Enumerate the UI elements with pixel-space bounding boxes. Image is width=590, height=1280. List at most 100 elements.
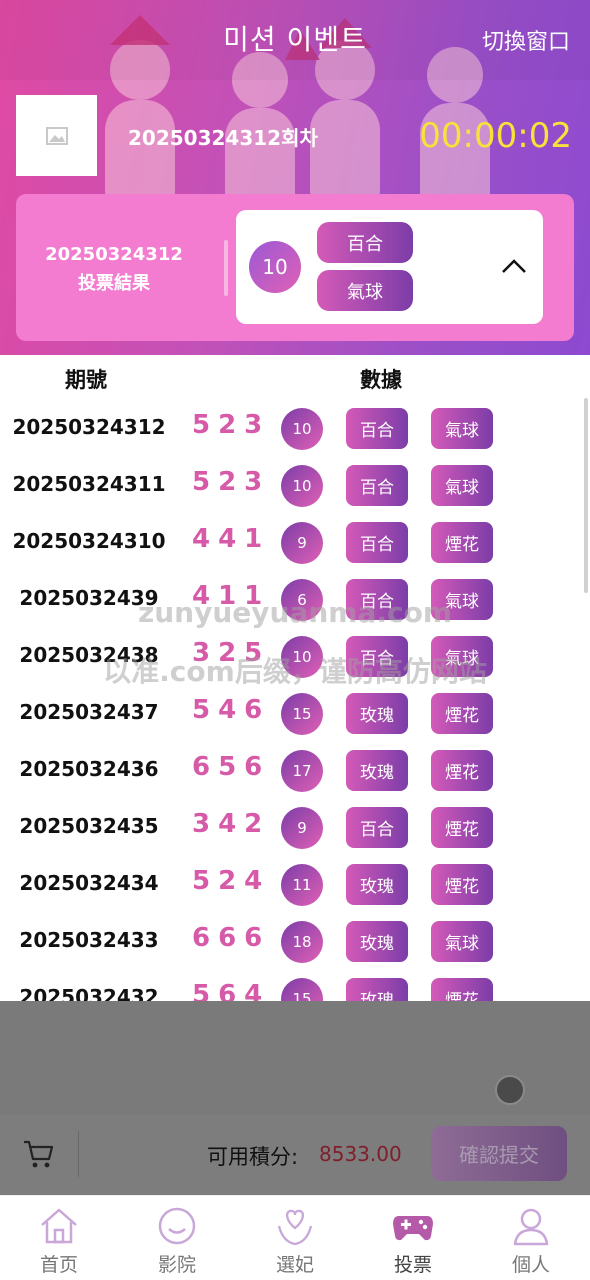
history-row: 2025032436 656 17 玫瑰 煙花 — [0, 740, 590, 797]
tab-label: 影院 — [157, 1254, 196, 1276]
row-digits: 523 — [192, 410, 271, 440]
row-ball: 9 — [281, 807, 323, 849]
row-tag-1: 百合 — [346, 807, 408, 848]
row-tag-1: 玫瑰 — [346, 693, 408, 734]
row-period: 20250324311 — [12, 472, 166, 496]
row-period: 2025032438 — [19, 643, 159, 667]
row-tag-2: 氣球 — [431, 636, 493, 677]
hero-header: 미션 이벤트 切換窗口 2025032431​2회차 00:00:02 2025… — [0, 0, 590, 355]
divider — [224, 240, 228, 296]
history-table-header: 期號 數據 — [0, 364, 590, 394]
tab-label: 投票 — [393, 1254, 432, 1276]
row-tag-2: 氣球 — [431, 579, 493, 620]
tab-label: 首页 — [39, 1254, 78, 1276]
history-row: 20250324310 441 9 百合 煙花 — [0, 512, 590, 569]
column-period: 期號 — [65, 368, 107, 392]
tab-label: 選妃 — [275, 1254, 314, 1276]
latest-result-caption: 20250324312 投票結果 — [16, 240, 212, 298]
row-ball: 9 — [281, 522, 323, 564]
row-tag-1: 百合 — [346, 636, 408, 677]
row-period: 2025032437 — [19, 700, 159, 724]
result-tag-1: 百合 — [317, 222, 413, 263]
row-digits: 564 — [192, 980, 271, 1001]
chevron-up-icon[interactable] — [497, 250, 531, 284]
row-digits: 666 — [192, 923, 271, 953]
divider — [78, 1131, 79, 1177]
row-period: 2025032435 — [19, 814, 159, 838]
history-row: 2025032439 411 6 百合 氣球 — [0, 569, 590, 626]
row-ball: 15 — [281, 693, 323, 735]
row-tag-2: 煙花 — [431, 693, 493, 734]
row-ball: 10 — [281, 636, 323, 678]
tab-select[interactable]: 選妃 — [236, 1196, 354, 1280]
history-row: 2025032434 524 11 玫瑰 煙花 — [0, 854, 590, 911]
latest-period: 20250324312 — [45, 244, 183, 265]
round-thumbnail — [16, 95, 97, 176]
row-ball: 10 — [281, 408, 323, 450]
row-period: 2025032432 — [19, 985, 159, 1001]
row-period: 2025032436 — [19, 757, 159, 781]
countdown-timer: 00:00:02 — [419, 116, 572, 156]
cart-icon[interactable] — [22, 1137, 56, 1171]
row-ball: 18 — [281, 921, 323, 963]
tab-home[interactable]: 首页 — [0, 1196, 118, 1280]
home-icon — [41, 1208, 77, 1244]
history-row: 2025032432 564 15 玫瑰 煙花 — [0, 968, 590, 1001]
row-period: 20250324312 — [12, 415, 166, 439]
row-tag-1: 百合 — [346, 579, 408, 620]
image-placeholder-icon — [45, 126, 68, 145]
row-tag-2: 煙花 — [431, 864, 493, 905]
row-tag-1: 百合 — [346, 522, 408, 563]
switch-window-button[interactable]: 切換窗口 — [482, 24, 570, 56]
floating-button[interactable] — [495, 1075, 525, 1105]
round-label: 2025032431​2회차 — [128, 126, 318, 150]
row-digits: 325 — [192, 638, 271, 668]
history-list[interactable]: 20250324312 523 10 百合 氣球 20250324311 523 10 百合 氣球… — [0, 398, 590, 1001]
latest-result-box[interactable]: 10 百合 氣球 — [236, 210, 543, 324]
row-digits: 546 — [192, 695, 271, 725]
history-row: 2025032435 342 9 百合 煙花 — [0, 797, 590, 854]
row-tag-2: 煙花 — [431, 522, 493, 563]
result-ball: 10 — [249, 241, 301, 293]
row-digits: 441 — [192, 524, 271, 554]
bottom-tab-bar: 首页 影院 選妃 投票 個人 — [0, 1195, 590, 1280]
history-row: 2025032437 546 15 玫瑰 煙花 — [0, 683, 590, 740]
latest-result-card: 20250324312 投票結果 10 百合 氣球 — [16, 194, 574, 341]
points-label: 可用積分: — [207, 1145, 299, 1169]
tab-cinema[interactable]: 影院 — [118, 1196, 236, 1280]
row-ball: 10 — [281, 465, 323, 507]
row-period: 2025032433 — [19, 928, 159, 952]
row-digits: 342 — [192, 809, 271, 839]
confirm-submit-button[interactable]: 確認提交 — [431, 1126, 567, 1181]
row-period: 2025032434 — [19, 871, 159, 895]
row-digits: 524 — [192, 866, 271, 896]
smile-icon — [158, 1207, 196, 1245]
row-period: 2025032439 — [19, 586, 159, 610]
scrollbar[interactable] — [584, 398, 588, 593]
row-ball: 11 — [281, 864, 323, 906]
row-tag-1: 百合 — [346, 465, 408, 506]
row-tag-2: 氣球 — [431, 408, 493, 449]
history-row: 20250324312 523 10 百合 氣球 — [0, 398, 590, 455]
row-tag-1: 百合 — [346, 408, 408, 449]
result-tag-2: 氣球 — [317, 270, 413, 311]
row-ball: 17 — [281, 750, 323, 792]
column-data: 數據 — [360, 368, 402, 392]
row-tag-1: 玫瑰 — [346, 921, 408, 962]
user-icon — [513, 1208, 549, 1246]
tab-profile[interactable]: 個人 — [472, 1196, 590, 1280]
tab-label: 個人 — [511, 1254, 550, 1276]
submit-bar: 可用積分: 8533.00 確認提交 — [0, 1115, 590, 1195]
row-digits: 523 — [192, 467, 271, 497]
history-row: 20250324311 523 10 百合 氣球 — [0, 455, 590, 512]
row-tag-2: 氣球 — [431, 465, 493, 506]
row-tag-2: 氣球 — [431, 921, 493, 962]
row-ball: 15 — [281, 978, 323, 1001]
history-row: 2025032438 325 10 百合 氣球 — [0, 626, 590, 683]
row-digits: 411 — [192, 581, 271, 611]
row-tag-1: 玫瑰 — [346, 978, 408, 1001]
row-tag-1: 玫瑰 — [346, 750, 408, 791]
history-row: 2025032433 666 18 玫瑰 氣球 — [0, 911, 590, 968]
tab-vote[interactable]: 投票 — [354, 1196, 472, 1280]
latest-caption: 投票結果 — [78, 273, 150, 294]
